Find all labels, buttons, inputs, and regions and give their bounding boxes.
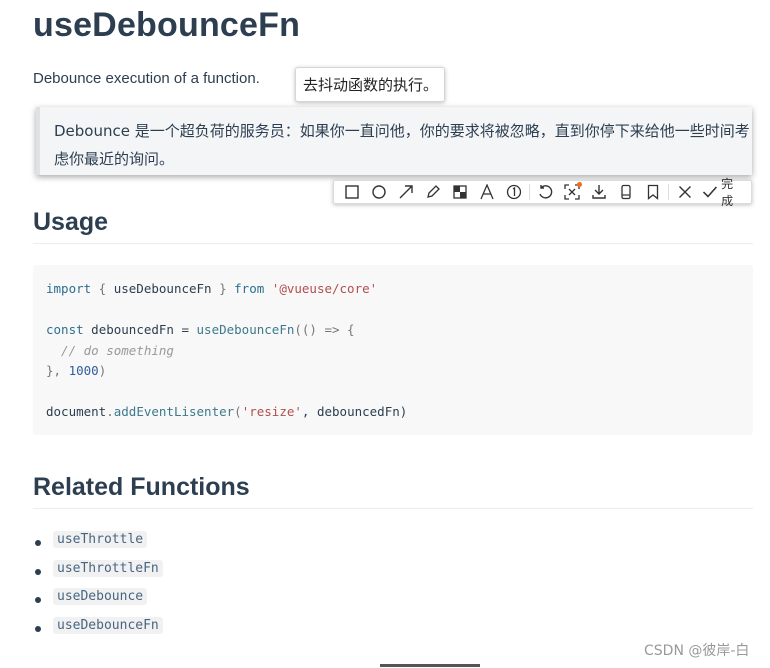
number-icon: [506, 184, 521, 200]
undo-button[interactable]: [532, 181, 559, 203]
check-icon: [703, 186, 718, 198]
code-token: useDebounceFn: [196, 322, 295, 337]
circle-icon: [372, 185, 386, 199]
download-icon: [592, 185, 606, 199]
description-text: Debounce execution of a function.: [33, 70, 260, 87]
code-token: (() => {: [294, 322, 355, 337]
pencil-icon: [427, 185, 440, 198]
usage-heading: Usage: [33, 208, 753, 244]
code-token: 'resize': [241, 404, 302, 419]
code-token: document: [46, 404, 107, 419]
undo-icon: [539, 185, 553, 199]
rectangle-icon: [345, 185, 360, 199]
code-token: {: [91, 281, 114, 296]
cropped-line: [380, 664, 480, 667]
code-token: useDebounceFn: [113, 281, 212, 296]
pin-button[interactable]: [613, 181, 640, 203]
code-token: '@vueuse/core': [271, 281, 378, 296]
code-token: ): [98, 363, 107, 378]
bookmark-button[interactable]: [639, 181, 666, 203]
list-item: useDebounce: [33, 587, 163, 616]
related-list: useThrottle useThrottleFn useDebounce us…: [33, 530, 163, 644]
mosaic-icon: [453, 185, 467, 199]
number-tool[interactable]: [500, 181, 527, 203]
code-token: (: [234, 404, 242, 419]
text-tool[interactable]: [473, 181, 500, 203]
cropped-text-fragment: [380, 660, 480, 668]
code-token: debouncedFn =: [83, 322, 197, 337]
watermark: CSDN @彼岸-白: [644, 643, 750, 659]
related-link-usedebouncefn[interactable]: useDebounceFn: [53, 616, 163, 634]
list-item: useThrottle: [33, 530, 163, 559]
translation-tooltip: 去抖动函数的执行。: [295, 67, 446, 102]
page-title: useDebounceFn: [33, 6, 301, 44]
close-icon: [678, 186, 691, 198]
code-token: }: [211, 281, 235, 296]
toolbar-divider: [668, 184, 670, 200]
circle-tool[interactable]: [366, 181, 393, 203]
list-item: useThrottleFn: [33, 559, 163, 588]
code-token: from: [234, 281, 265, 296]
download-button[interactable]: [586, 181, 613, 203]
code-token: .: [106, 404, 114, 419]
note-text: Debounce 是一个超负荷的服务员：如果你一直问他，你的要求将被忽略，直到你…: [54, 122, 750, 168]
related-link-usedebounce[interactable]: useDebounce: [53, 588, 148, 605]
rectangle-tool[interactable]: [339, 181, 366, 203]
code-token: , debouncedFn): [301, 404, 408, 419]
related-heading: Related Functions: [33, 473, 753, 509]
arrow-tool[interactable]: [393, 181, 420, 203]
done-label: 完成: [721, 177, 734, 208]
code-block: import { useDebounceFn } from '@vueuse/c…: [33, 265, 753, 435]
related-link-usethrottle[interactable]: useThrottle: [53, 531, 148, 548]
notification-dot: [576, 182, 582, 187]
list-item: useDebounceFn: [33, 616, 163, 645]
code-token: import: [46, 281, 92, 296]
code-token: addEventLisenter: [113, 404, 235, 419]
translated-note: Debounce 是一个超负荷的服务员：如果你一直问他，你的要求将被忽略，直到你…: [36, 107, 752, 175]
arrow-icon: [399, 185, 413, 199]
code-comment: // do something: [46, 342, 174, 358]
screenshot-toolbar: 完成: [333, 177, 752, 208]
toolbar-divider: [529, 184, 531, 200]
cancel-button[interactable]: [671, 181, 698, 203]
bookmark-icon: [647, 184, 659, 200]
mosaic-tool[interactable]: [446, 181, 473, 203]
code-token: const: [46, 322, 84, 337]
pin-icon: [621, 184, 631, 200]
ocr-button[interactable]: [559, 181, 586, 203]
pencil-tool[interactable]: [420, 181, 447, 203]
done-button[interactable]: 完成: [698, 175, 751, 209]
code-token: },: [46, 363, 69, 378]
related-link-usethrottlefn[interactable]: useThrottleFn: [53, 559, 163, 577]
code-token: 1000: [68, 363, 99, 378]
text-icon: [480, 184, 494, 200]
